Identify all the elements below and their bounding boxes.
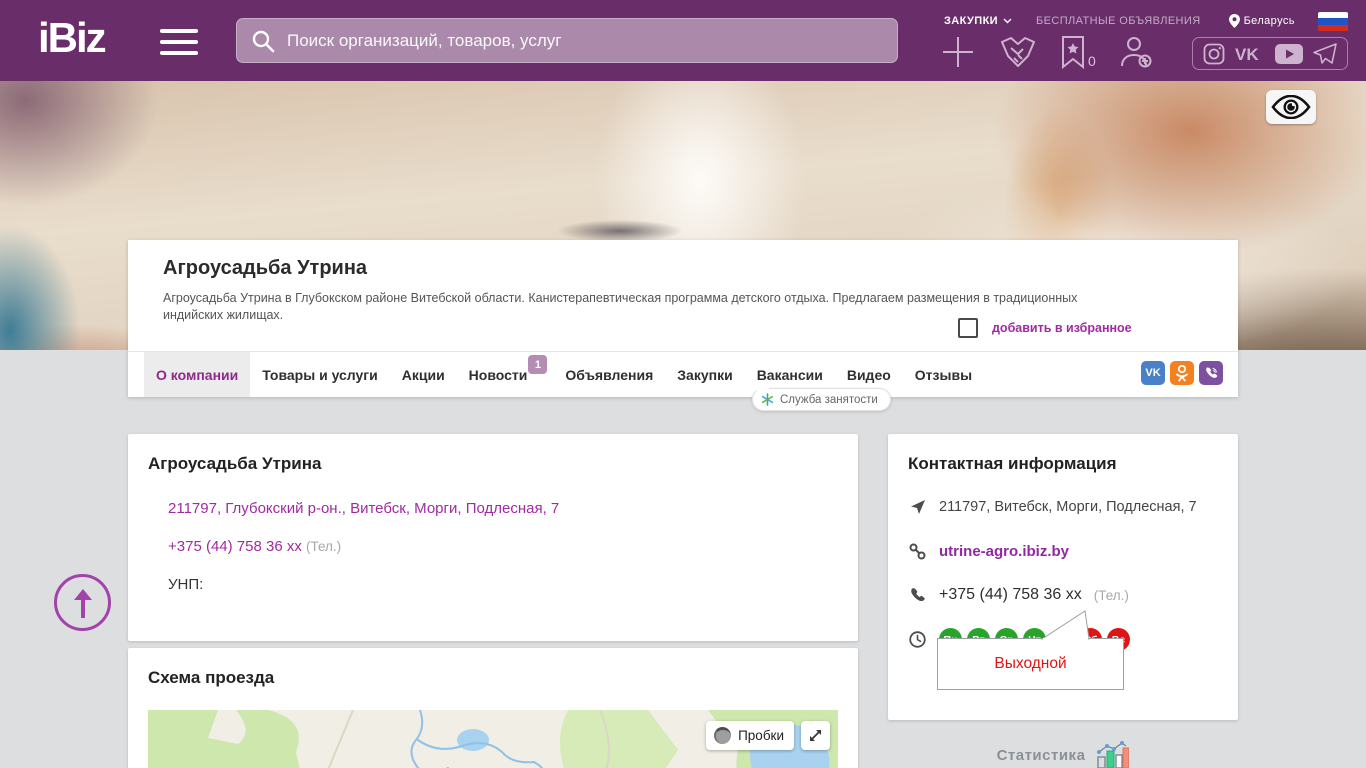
eye-icon <box>1271 95 1311 119</box>
favorites-bookmark-icon[interactable]: 0 <box>1060 35 1096 69</box>
header-top-links: ЗАКУПКИ БЕСПЛАТНЫЕ ОБЪЯВЛЕНИЯ Беларусь <box>944 12 1354 30</box>
vk-icon[interactable]: VK <box>1141 361 1165 385</box>
contact-address: 211797, Витебск, Морги, Подлесная, 7 <box>939 499 1197 515</box>
expand-icon <box>810 730 821 741</box>
map-fullscreen-button[interactable] <box>801 721 830 750</box>
user-add-icon[interactable] <box>1118 35 1154 69</box>
tab-purchases[interactable]: Закупки <box>665 352 744 397</box>
map-card-title: Схема проезда <box>148 668 275 687</box>
handshake-partners-icon[interactable] <box>998 36 1038 68</box>
tab-news[interactable]: Новости 1 <box>457 352 548 397</box>
add-company-icon[interactable] <box>940 34 976 70</box>
company-header-card: Агроусадьба Утрина Агроусадьба Утрина в … <box>128 240 1238 397</box>
navigation-arrow-icon <box>908 499 927 515</box>
zakupki-label: ЗАКУПКИ <box>944 15 998 27</box>
telegram-icon[interactable] <box>1313 42 1337 65</box>
header-icon-row: 0 <box>940 34 1154 70</box>
company-description: Агроусадьба Утрина в Глубокском районе В… <box>163 291 1078 322</box>
link-icon <box>908 543 927 560</box>
company-website-link[interactable]: utrine-agro.ibiz.by <box>939 543 1069 560</box>
svg-text:VK: VK <box>1235 45 1259 63</box>
zakupki-link[interactable]: ЗАКУПКИ <box>944 15 1012 27</box>
vacancies-tooltip-text: Служба занятости <box>780 393 878 406</box>
hamburger-menu-icon[interactable] <box>160 29 198 56</box>
traffic-icon <box>714 727 732 744</box>
up-arrow-icon <box>73 588 92 618</box>
statistics-block[interactable]: Статистика <box>888 740 1238 768</box>
country-selector[interactable]: Беларусь <box>1228 14 1295 28</box>
dayoff-tooltip: Выходной <box>937 638 1124 690</box>
header: iBiz ЗАКУПКИ БЕСПЛАТНЫЕ ОБЪЯВЛЕНИЯ Белар… <box>0 0 1366 81</box>
viber-icon[interactable] <box>1199 361 1223 385</box>
free-ads-link[interactable]: БЕСПЛАТНЫЕ ОБЪЯВЛЕНИЯ <box>1036 15 1201 27</box>
employment-service-icon <box>761 393 774 406</box>
instagram-icon[interactable] <box>1203 43 1225 65</box>
contact-card-title: Контактная информация <box>908 454 1117 473</box>
company-social-icons: VK <box>1141 361 1223 385</box>
tab-about[interactable]: О компании <box>144 352 251 397</box>
header-social-links: VK <box>1192 37 1348 70</box>
site-logo[interactable]: iBiz <box>38 14 107 62</box>
contact-info-card: Контактная информация 211797, Витебск, М… <box>888 434 1238 720</box>
vacancies-tooltip: Служба занятости <box>752 382 891 411</box>
views-eye-button[interactable] <box>1266 90 1316 124</box>
map-canvas[interactable]: Пробки <box>148 710 838 768</box>
company-phone-link[interactable]: +375 (44) 758 36 xx <box>168 538 302 555</box>
search-bar <box>236 18 898 63</box>
directions-map-card: Схема проезда Пробки <box>128 648 858 768</box>
tab-promotions[interactable]: Акции <box>390 352 457 397</box>
language-flag-russia[interactable] <box>1318 12 1348 31</box>
tab-reviews[interactable]: Отзывы <box>903 352 984 397</box>
traffic-toggle-button[interactable]: Пробки <box>706 721 794 750</box>
vk-icon[interactable]: VK <box>1235 45 1265 63</box>
traffic-label: Пробки <box>738 728 784 743</box>
search-input[interactable] <box>287 30 883 51</box>
statistics-chart-icon <box>1097 741 1130 768</box>
country-label: Беларусь <box>1243 15 1295 27</box>
company-name: Агроусадьба Утрина <box>163 257 368 279</box>
phone-note: (Тел.) <box>306 539 342 554</box>
youtube-icon[interactable] <box>1275 43 1303 64</box>
about-company-card: Агроусадьба Утрина 211797, Глубокский р-… <box>128 434 858 641</box>
unp-label: УНП: <box>168 576 204 593</box>
contact-phone: +375 (44) 758 36 xx <box>939 586 1082 603</box>
company-address-link[interactable]: 211797, Глубокский р-он., Витебск, Морги… <box>168 500 559 517</box>
favorites-label: добавить в избранное <box>992 321 1132 335</box>
add-to-favorites[interactable]: добавить в избранное <box>958 318 1132 338</box>
page: iBiz ЗАКУПКИ БЕСПЛАТНЫЕ ОБЪЯВЛЕНИЯ Белар… <box>0 0 1366 768</box>
scroll-to-top-button[interactable] <box>54 574 111 631</box>
phone-icon <box>908 587 927 604</box>
tab-products[interactable]: Товары и услуги <box>250 352 389 397</box>
company-tabs: О компании Товары и услуги Акции Новости… <box>128 351 1238 397</box>
search-icon <box>252 30 275 52</box>
statistics-label: Статистика <box>996 746 1086 764</box>
contact-phone-note: (Тел.) <box>1093 587 1129 603</box>
odnoklassniki-icon[interactable] <box>1170 361 1194 385</box>
tab-ads[interactable]: Объявления <box>553 352 665 397</box>
clock-icon <box>908 631 927 648</box>
chevron-down-icon <box>1003 18 1012 24</box>
favorites-checkbox[interactable] <box>958 318 978 338</box>
about-card-title: Агроусадьба Утрина <box>148 454 322 473</box>
location-pin-icon <box>1228 14 1240 28</box>
favorites-count: 0 <box>1088 53 1096 69</box>
news-count-badge: 1 <box>528 355 548 374</box>
